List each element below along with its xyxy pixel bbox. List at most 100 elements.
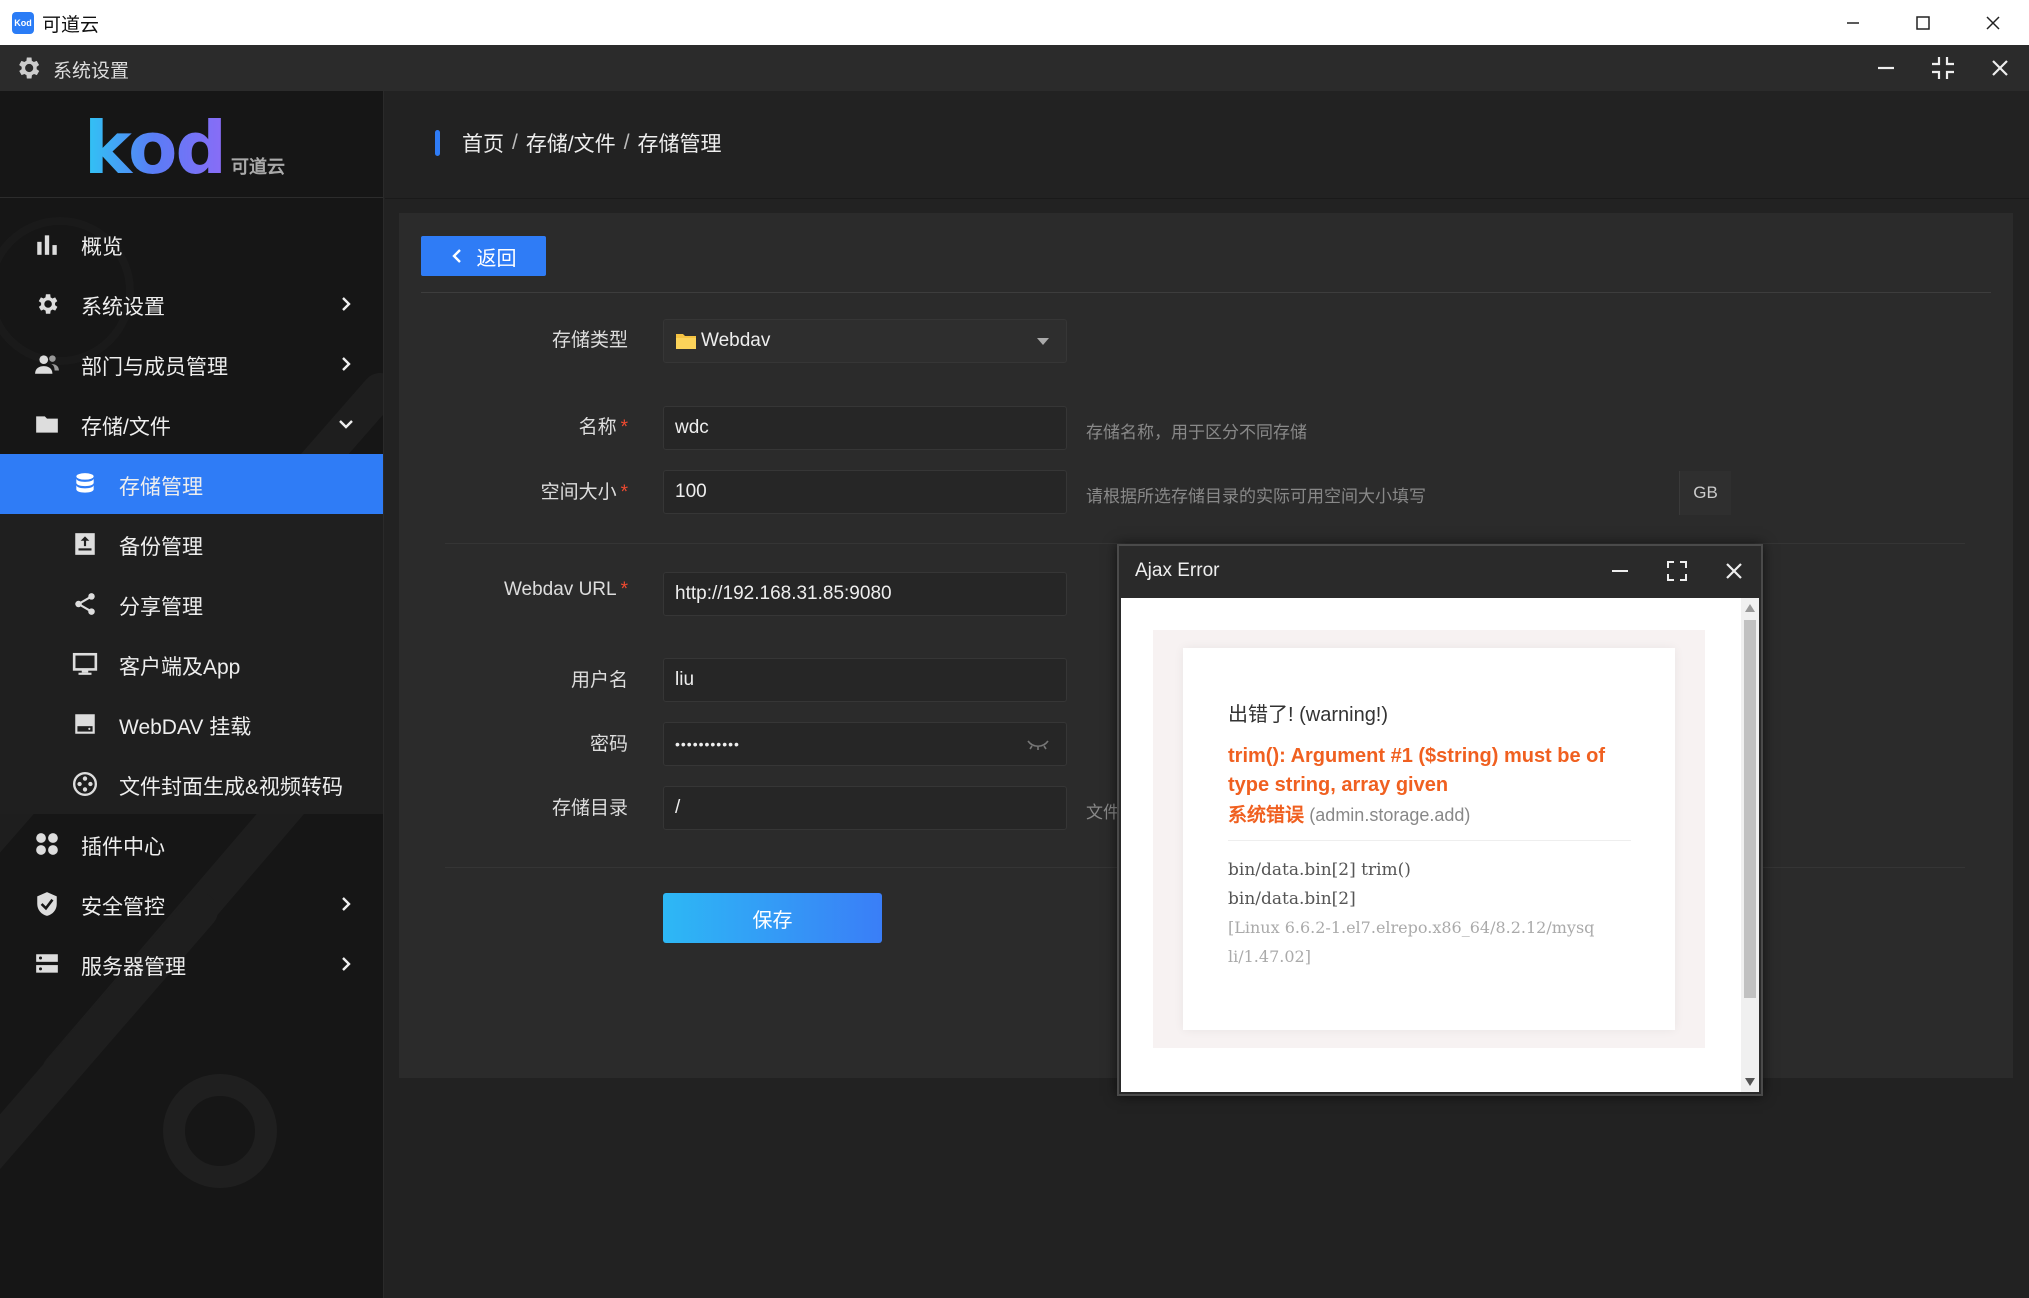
ajax-error-dialog: Ajax Error 出错了! (warning!) trim(): Argum…: [1117, 544, 1763, 1096]
required-mark: *: [620, 417, 628, 438]
app-minimize-button[interactable]: [1858, 45, 1914, 91]
dialog-scrollbar[interactable]: [1741, 598, 1759, 1092]
close-icon: [1986, 15, 2000, 30]
scroll-up-icon[interactable]: [1745, 604, 1755, 612]
dialog-minimize-button[interactable]: [1592, 550, 1648, 592]
breadcrumb-separator: /: [512, 131, 518, 154]
back-button[interactable]: 返回: [421, 236, 546, 276]
error-code: 系统错误 (admin.storage.add): [1228, 805, 1471, 826]
folder-icon: [675, 332, 697, 350]
eye-closed-icon[interactable]: [1026, 737, 1050, 753]
sidebar-subitem-webdav[interactable]: WebDAV 挂载: [0, 694, 383, 754]
database-icon: [76, 473, 94, 493]
password-input[interactable]: •••••••••••: [663, 722, 1067, 766]
chevron-right-icon: [342, 897, 351, 911]
dialog-scroll-thumb[interactable]: [1744, 620, 1756, 998]
users-icon: [35, 355, 59, 374]
dialog-header: Ajax Error: [1119, 546, 1761, 596]
sidebar-item-label: 存储/文件: [81, 416, 171, 439]
film-icon: [72, 771, 98, 797]
dialog-close-button[interactable]: [1706, 550, 1762, 592]
username-input[interactable]: liu: [663, 658, 1067, 702]
dialog-maximize-button[interactable]: [1649, 550, 1705, 592]
maximize-icon: [1916, 15, 1930, 30]
sidebar-item-servers[interactable]: 服务器管理: [0, 934, 383, 994]
scroll-down-icon[interactable]: [1745, 1078, 1755, 1086]
storage-type-value: Webdav: [701, 330, 771, 351]
sidebar-subitem-backup[interactable]: 备份管理: [0, 514, 383, 574]
close-button[interactable]: [1958, 0, 2028, 45]
header-title: 系统设置: [53, 61, 130, 82]
sidebar-item-overview[interactable]: 概览: [0, 214, 383, 274]
sidebar-subitem-share[interactable]: 分享管理: [0, 574, 383, 634]
sidebar-item-system-settings[interactable]: 系统设置: [0, 274, 383, 334]
breadcrumb-section[interactable]: 存储/文件: [526, 128, 616, 158]
exit-fullscreen-icon: [1932, 57, 1954, 79]
app-close-button[interactable]: [1972, 45, 2028, 91]
breadcrumb-home[interactable]: 首页: [462, 128, 504, 158]
env-line: [Linux 6.6.2-1.el7.elrepo.x86_64/8.2.12/…: [1228, 918, 1595, 937]
required-mark: *: [620, 579, 628, 600]
storage-dir-help: 文件: [1086, 803, 1120, 822]
breadcrumb-accent: [435, 130, 440, 156]
required-mark: *: [620, 482, 628, 503]
error-message: trim(): Argument #1 ($string) must be of…: [1228, 745, 1606, 796]
sidebar-item-security[interactable]: 安全管控: [0, 874, 383, 934]
breadcrumb: 首页 / 存储/文件 / 存储管理: [435, 128, 722, 158]
error-warning: 出错了! (warning!): [1228, 704, 1389, 726]
sidebar-subitem-clients[interactable]: 客户端及App: [0, 634, 383, 694]
size-label: 空间大小 *: [540, 482, 628, 503]
chevron-down-icon: [339, 420, 353, 429]
storage-dir-label: 存储目录: [551, 798, 628, 819]
fullscreen-icon: [1667, 561, 1687, 581]
env-line: li/1.47.02]: [1228, 947, 1311, 966]
backup-icon: [75, 533, 95, 555]
webdav-url-input[interactable]: http://192.168.31.85:9080: [663, 572, 1067, 616]
storage-type-select[interactable]: Webdav: [663, 319, 1067, 363]
sidebar-item-label: WebDAV 挂载: [119, 716, 252, 739]
chevron-left-icon: [451, 249, 461, 263]
chevron-right-icon: [342, 297, 351, 311]
share-icon: [75, 593, 95, 615]
sidebar-item-label: 系统设置: [81, 296, 165, 319]
sidebar-item-plugins[interactable]: 插件中心: [0, 814, 383, 874]
size-unit: GB: [1679, 471, 1731, 515]
bar-chart-icon: [37, 235, 57, 255]
storage-type-label: 存储类型: [551, 330, 628, 351]
folder-icon: [36, 416, 58, 433]
header-divider: [385, 198, 2029, 199]
size-help: 请根据所选存储目录的实际可用空间大小填写: [1086, 487, 1426, 506]
dialog-title: Ajax Error: [1135, 560, 1220, 581]
sidebar-item-label: 存储管理: [119, 476, 203, 499]
app-icon: Kod: [12, 12, 34, 34]
maximize-button[interactable]: [1888, 0, 1958, 45]
sidebar-item-label: 文件封面生成&视频转码: [119, 776, 344, 799]
size-input[interactable]: 100 GB: [663, 470, 1731, 515]
trace-line: bin/data.bin[2] trim(): [1228, 860, 1411, 880]
os-titlebar: Kod 可道云: [0, 0, 2029, 45]
drive-icon: [75, 714, 95, 734]
save-button[interactable]: 保存: [663, 893, 882, 943]
minimize-icon: [1878, 66, 1894, 70]
sidebar-item-label: 服务器管理: [81, 956, 186, 979]
chevron-right-icon: [342, 357, 351, 371]
chevron-right-icon: [342, 957, 351, 971]
app-exit-fullscreen-button[interactable]: [1915, 45, 1971, 91]
app-title: 可道云: [42, 15, 100, 36]
sidebar-item-users[interactable]: 部门与成员管理: [0, 334, 383, 394]
sidebar-subitem-thumbnails[interactable]: 文件封面生成&视频转码: [0, 754, 383, 814]
password-label: 密码: [589, 734, 628, 755]
name-input[interactable]: wdc: [663, 406, 1067, 450]
breadcrumb-separator: /: [623, 131, 630, 154]
minimize-button[interactable]: [1818, 0, 1888, 45]
close-icon: [1992, 60, 2008, 76]
plugin-icon: [36, 833, 58, 855]
sidebar-subitem-storage-management[interactable]: 存储管理: [0, 454, 383, 514]
sidebar-item-label: 分享管理: [119, 596, 203, 619]
sidebar-item-storage-files[interactable]: 存储/文件: [0, 394, 383, 454]
storage-dir-input[interactable]: /: [663, 786, 1067, 830]
logo-divider: [0, 197, 383, 198]
error-card: 出错了! (warning!) trim(): Argument #1 ($st…: [1183, 648, 1675, 1030]
monitor-icon: [72, 652, 98, 675]
sidebar-item-label: 客户端及App: [119, 656, 241, 679]
